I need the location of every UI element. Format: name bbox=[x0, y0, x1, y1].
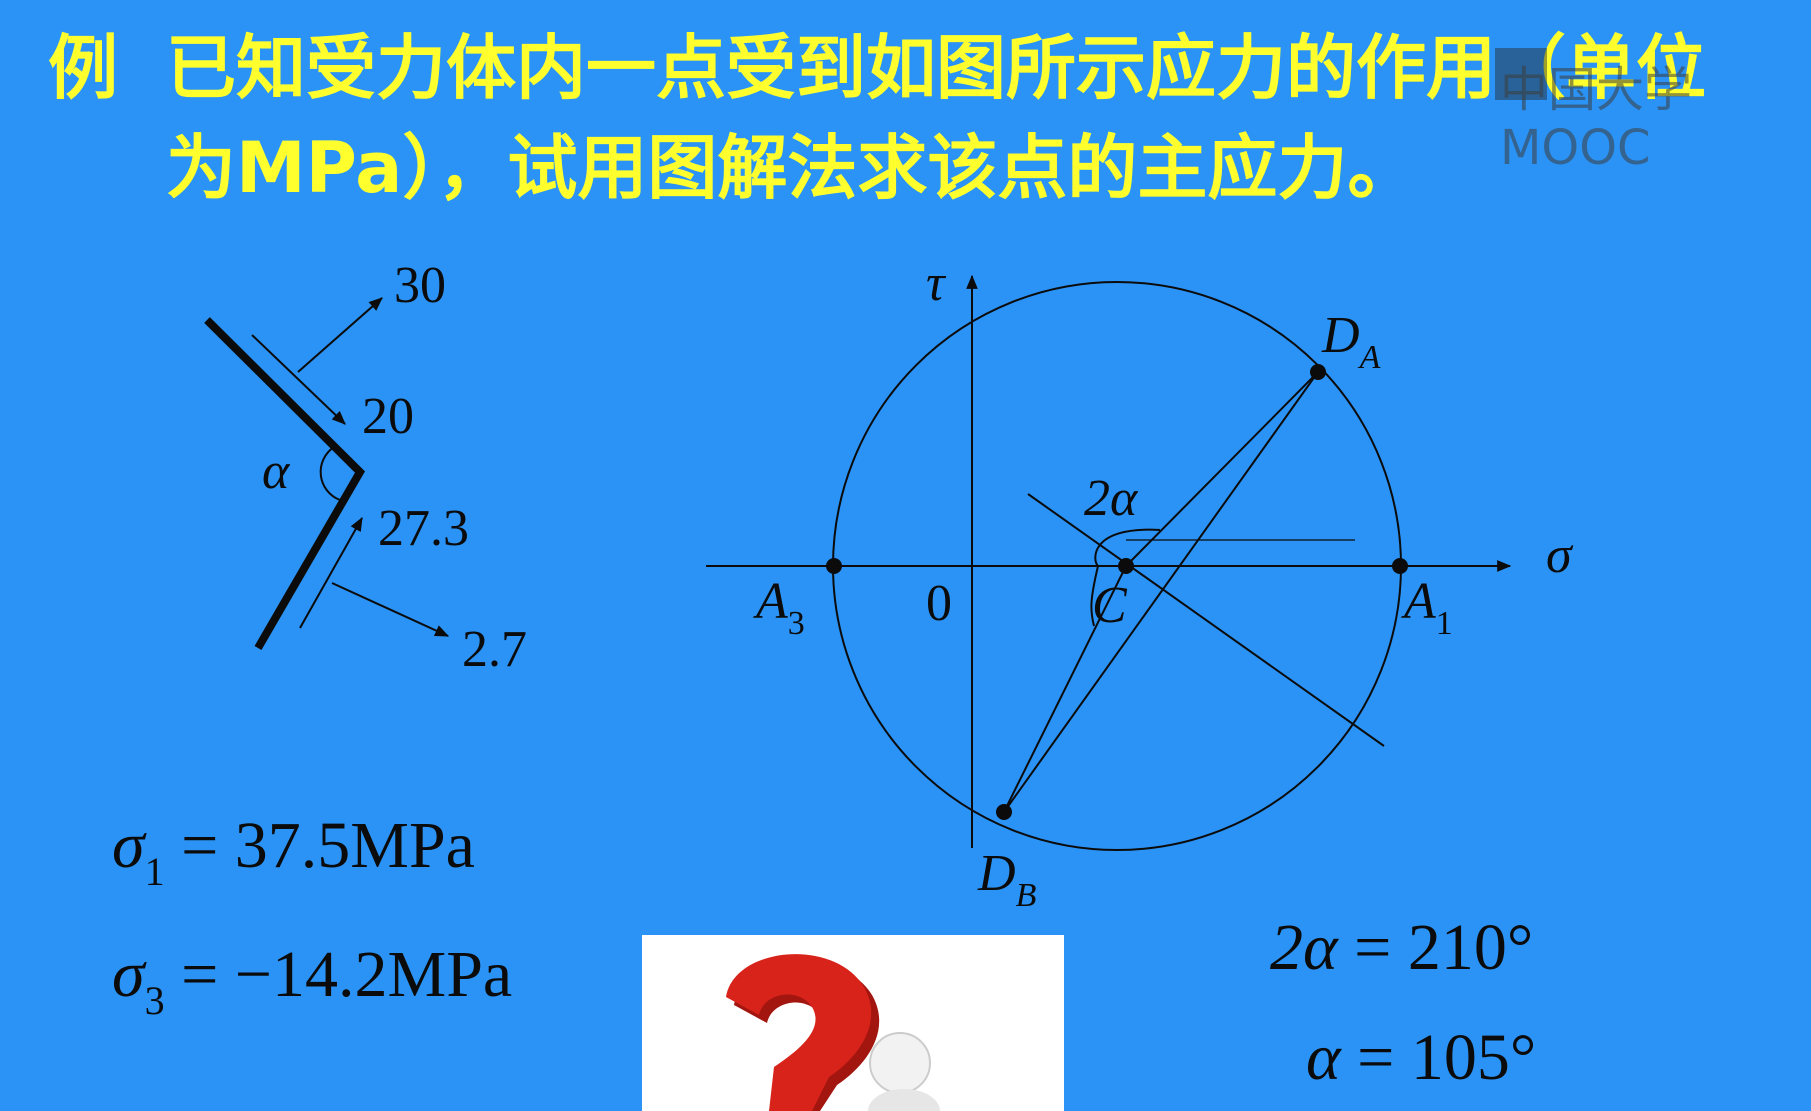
point-A3-dot bbox=[826, 558, 842, 574]
label-2-7: 2.7 bbox=[462, 621, 527, 678]
angle-alpha-arc bbox=[319, 446, 341, 501]
sigma3-value: = −14.2MPa bbox=[181, 938, 513, 1011]
question-mark-image bbox=[642, 935, 1064, 1111]
label-27-3: 27.3 bbox=[378, 500, 469, 557]
label-20: 20 bbox=[362, 388, 414, 445]
two-alpha-result: 2α = 210° bbox=[1270, 910, 1533, 986]
point-C-label: C bbox=[1092, 577, 1128, 634]
point-C-dot bbox=[1118, 558, 1134, 574]
point-DB-dot bbox=[996, 804, 1012, 820]
point-A3-label: A3 bbox=[753, 573, 805, 642]
label-30: 30 bbox=[394, 257, 446, 314]
sigma1-subscript: 1 bbox=[144, 849, 165, 894]
sigma1-symbol: σ bbox=[112, 809, 145, 882]
sigma3-symbol: σ bbox=[112, 938, 145, 1011]
two-alpha-value: = 210° bbox=[1354, 911, 1534, 984]
line-C-DA bbox=[1125, 371, 1319, 567]
point-DA-dot bbox=[1310, 364, 1326, 380]
point-DB-label: DB bbox=[977, 845, 1037, 914]
point-A1-dot bbox=[1392, 558, 1408, 574]
point-A1-label: A1 bbox=[1401, 573, 1453, 642]
stress-element-diagram bbox=[204, 297, 450, 651]
principal-direction-line bbox=[1027, 493, 1385, 747]
alpha-result: α = 105° bbox=[1306, 1020, 1536, 1096]
normal-stress-2-7-arrow bbox=[331, 582, 450, 637]
angle-2alpha-label: 2α bbox=[1084, 470, 1139, 527]
sigma3-subscript: 3 bbox=[144, 978, 165, 1023]
line-DB-DA bbox=[1003, 371, 1319, 813]
sigma1-value: = 37.5MPa bbox=[181, 809, 475, 882]
point-DA-label: DA bbox=[1321, 307, 1381, 376]
sigma-axis-label: σ bbox=[1546, 527, 1574, 584]
two-alpha-symbol: 2α bbox=[1270, 911, 1338, 984]
shear-stress-27-3-arrow bbox=[299, 516, 363, 629]
sigma3-result: σ3 = −14.2MPa bbox=[112, 937, 512, 1024]
alpha-value: = 105° bbox=[1357, 1021, 1537, 1094]
alpha-symbol: α bbox=[1306, 1021, 1341, 1094]
tau-axis-label: τ bbox=[926, 255, 947, 312]
sigma1-result: σ1 = 37.5MPa bbox=[112, 808, 475, 895]
label-alpha: α bbox=[262, 443, 291, 500]
normal-stress-30-arrow bbox=[297, 297, 383, 373]
origin-label: 0 bbox=[926, 575, 952, 632]
question-mark-icon bbox=[726, 954, 940, 1111]
